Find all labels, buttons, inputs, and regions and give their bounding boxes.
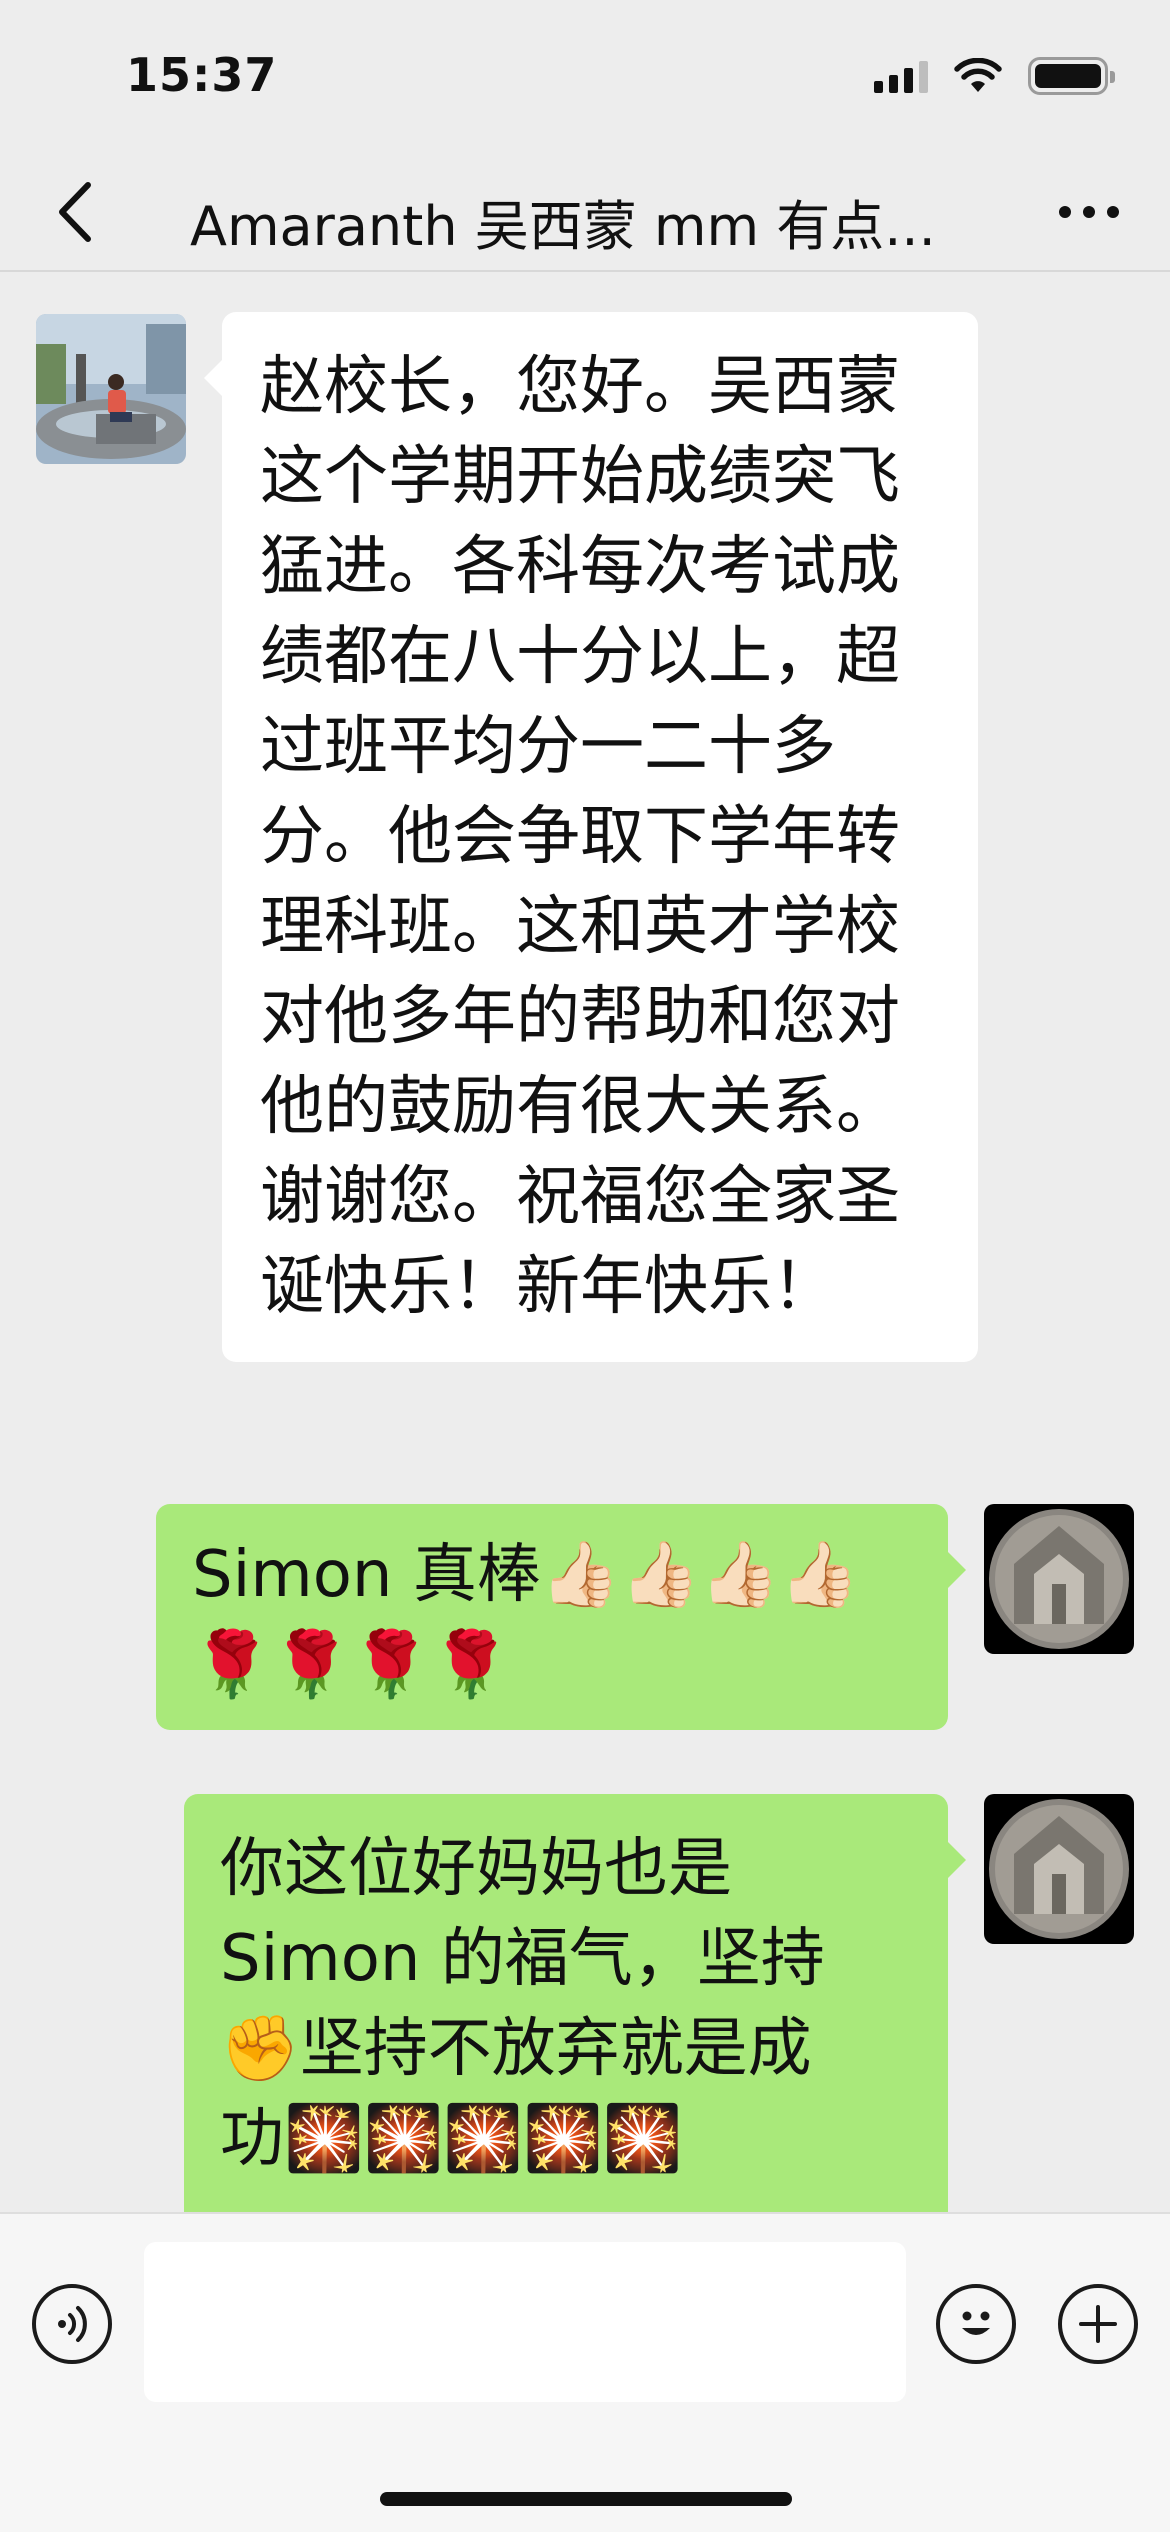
status-icons (874, 56, 1115, 96)
medal-avatar-icon (984, 1794, 1134, 1944)
message-bubble-outgoing[interactable]: Simon 真棒👍🏻👍🏻👍🏻👍🏻 🌹🌹🌹🌹 (156, 1504, 966, 1730)
emoji-button[interactable] (936, 2284, 1016, 2364)
emoji-smiley-icon (962, 2311, 990, 2335)
chat-input-bar (0, 2212, 1170, 2532)
plus-circle-icon (1079, 2305, 1117, 2343)
message-bubble-incoming[interactable]: 赵校长，您好。吴西蒙这个学期开始成绩突飞猛进。各科每次考试成绩都在八十分以上，超… (204, 312, 978, 1362)
status-bar: 15:37 (0, 0, 1170, 150)
status-time: 15:37 (126, 48, 278, 102)
message-text: Simon 真棒👍🏻👍🏻👍🏻👍🏻 🌹🌹🌹🌹 (192, 1538, 860, 1702)
message-text: 你这位好妈妈也是 Simon 的福气，坚持 ✊坚持不放弃就是成 功🎇🎇🎇🎇🎇 (220, 1832, 825, 2176)
battery-icon (1028, 57, 1115, 95)
more-button[interactable] (1044, 182, 1134, 242)
medal-avatar-icon (984, 1504, 1134, 1654)
cellular-signal-icon (874, 59, 928, 93)
home-indicator (380, 2492, 792, 2506)
message-bubble-outgoing[interactable]: 你这位好妈妈也是 Simon 的福气，坚持 ✊坚持不放弃就是成 功🎇🎇🎇🎇🎇 (184, 1794, 966, 2212)
photo-avatar-icon (36, 314, 186, 464)
voice-icon (58, 2306, 87, 2342)
my-avatar[interactable] (984, 1794, 1134, 1944)
contact-avatar[interactable] (36, 314, 186, 464)
wifi-icon (954, 58, 1002, 92)
chat-header: Amaranth 吴西蒙 mm 有点... (0, 150, 1170, 272)
my-avatar[interactable] (984, 1504, 1134, 1654)
voice-button[interactable] (32, 2284, 112, 2364)
chat-title: Amaranth 吴西蒙 mm 有点... (190, 195, 936, 258)
more-dots-icon (1059, 206, 1071, 218)
more-functions-button[interactable] (1058, 2284, 1138, 2364)
back-button[interactable] (36, 172, 116, 252)
message-text: 赵校长，您好。吴西蒙这个学期开始成绩突飞猛进。各科每次考试成绩都在八十分以上，超… (260, 350, 900, 1324)
message-input[interactable] (144, 2242, 906, 2402)
chevron-left-icon (59, 182, 91, 242)
message-list[interactable]: 赵校长，您好。吴西蒙这个学期开始成绩突飞猛进。各科每次考试成绩都在八十分以上，超… (0, 272, 1170, 2212)
